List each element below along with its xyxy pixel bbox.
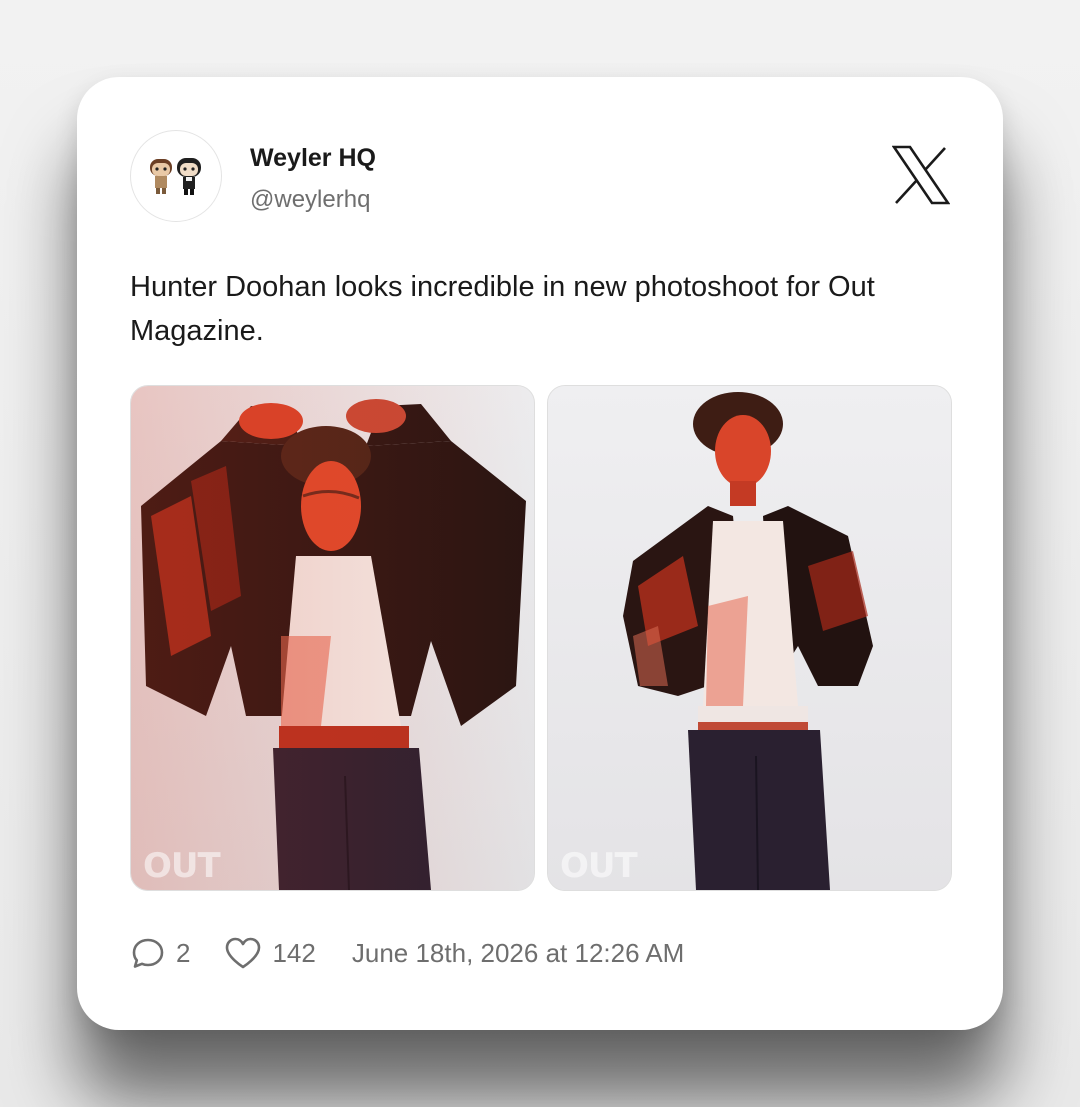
reply-count: 2: [176, 937, 191, 968]
user-handle[interactable]: @weylerhq: [250, 186, 370, 214]
comment-icon: [130, 935, 166, 971]
tweet-photo-2[interactable]: OUT: [547, 385, 952, 891]
avatar[interactable]: [130, 130, 222, 222]
tweet-footer: 2 142 June 18th, 2026 at 12:26 AM: [130, 933, 684, 973]
display-name[interactable]: Weyler HQ: [250, 144, 376, 173]
photo-illustration: [131, 386, 534, 890]
tweet-text: Hunter Doohan looks incredible in new ph…: [130, 271, 875, 347]
tweet-photo-1[interactable]: OUT: [130, 385, 535, 891]
tweet-timestamp[interactable]: June 18th, 2026 at 12:26 AM: [352, 938, 684, 969]
heart-icon: [224, 936, 262, 970]
reply-button[interactable]: 2: [130, 935, 190, 971]
like-button[interactable]: 142: [224, 936, 316, 970]
funko-figures-image: [150, 158, 201, 195]
photo-watermark: OUT: [143, 846, 221, 886]
photo-illustration: [548, 386, 951, 890]
photo-watermark: OUT: [560, 846, 638, 886]
x-logo-icon[interactable]: [891, 145, 951, 205]
like-count: 142: [272, 937, 316, 968]
tweet-card: Weyler HQ @weylerhq Hunter Doohan looks …: [77, 77, 1003, 1030]
